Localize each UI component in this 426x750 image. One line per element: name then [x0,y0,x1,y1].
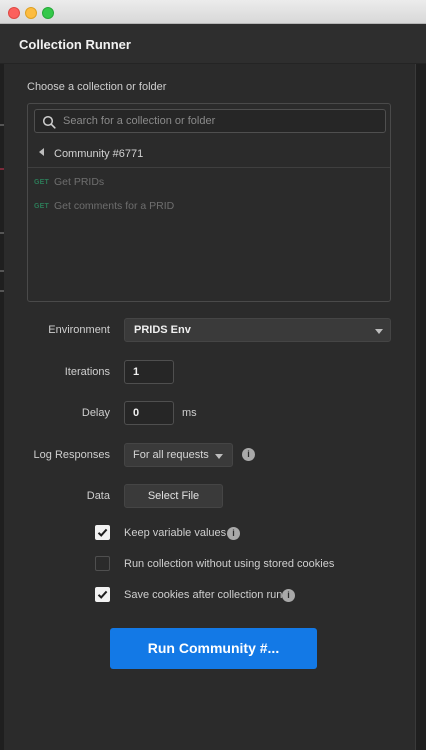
breadcrumb-label: Community #6771 [54,148,144,160]
minimize-window-button[interactable] [25,7,37,19]
window-titlebar [0,0,426,24]
chevron-down-icon [375,329,383,334]
checkmark-icon [97,528,108,537]
right-scrollbar-track[interactable] [415,64,426,750]
environment-label: Environment [48,324,110,336]
no-stored-cookies-label: Run collection without using stored cook… [124,558,335,570]
search-input[interactable] [63,113,379,129]
chevron-down-icon [215,454,223,459]
search-box[interactable] [34,109,386,133]
save-cookies-checkbox[interactable] [95,587,110,602]
close-window-button[interactable] [8,7,20,19]
run-collection-button[interactable]: Run Community #... [110,628,317,669]
search-icon [42,115,56,129]
iterations-input[interactable] [133,365,163,379]
runner-header: Collection Runner [0,24,426,64]
no-stored-cookies-checkbox[interactable] [95,556,110,571]
keep-variable-values-label: Keep variable values [124,527,227,539]
page-title: Collection Runner [19,37,131,52]
iterations-field[interactable] [124,360,174,384]
log-responses-value: For all requests [133,449,209,461]
collection-picker: Community #6771 GET Get PRIDs GET Get co… [27,103,391,302]
delay-input[interactable] [133,406,163,420]
info-icon[interactable]: i [282,589,295,602]
choose-collection-label: Choose a collection or folder [27,81,167,93]
iterations-label: Iterations [64,366,110,378]
delay-label: Delay [81,407,110,419]
data-label: Data [86,490,110,502]
method-badge: GET [34,203,49,210]
back-caret-icon[interactable] [39,148,44,156]
method-badge: GET [34,179,49,186]
checkmark-icon [97,590,108,599]
save-cookies-label: Save cookies after collection run [124,589,283,601]
request-name: Get PRIDs [54,176,105,188]
request-name: Get comments for a PRID [54,200,175,212]
delay-field[interactable] [124,401,174,425]
log-responses-select[interactable]: For all requests [124,443,233,467]
environment-value: PRIDS Env [134,324,191,336]
info-icon[interactable]: i [242,448,255,461]
zoom-window-button[interactable] [42,7,54,19]
breadcrumb[interactable]: Community #6771 [28,140,390,168]
delay-unit: ms [182,407,197,419]
select-file-button[interactable]: Select File [124,484,223,508]
environment-select[interactable]: PRIDS Env [124,318,391,342]
log-responses-label: Log Responses [33,449,110,461]
info-icon[interactable]: i [227,527,240,540]
keep-variable-values-checkbox[interactable] [95,525,110,540]
